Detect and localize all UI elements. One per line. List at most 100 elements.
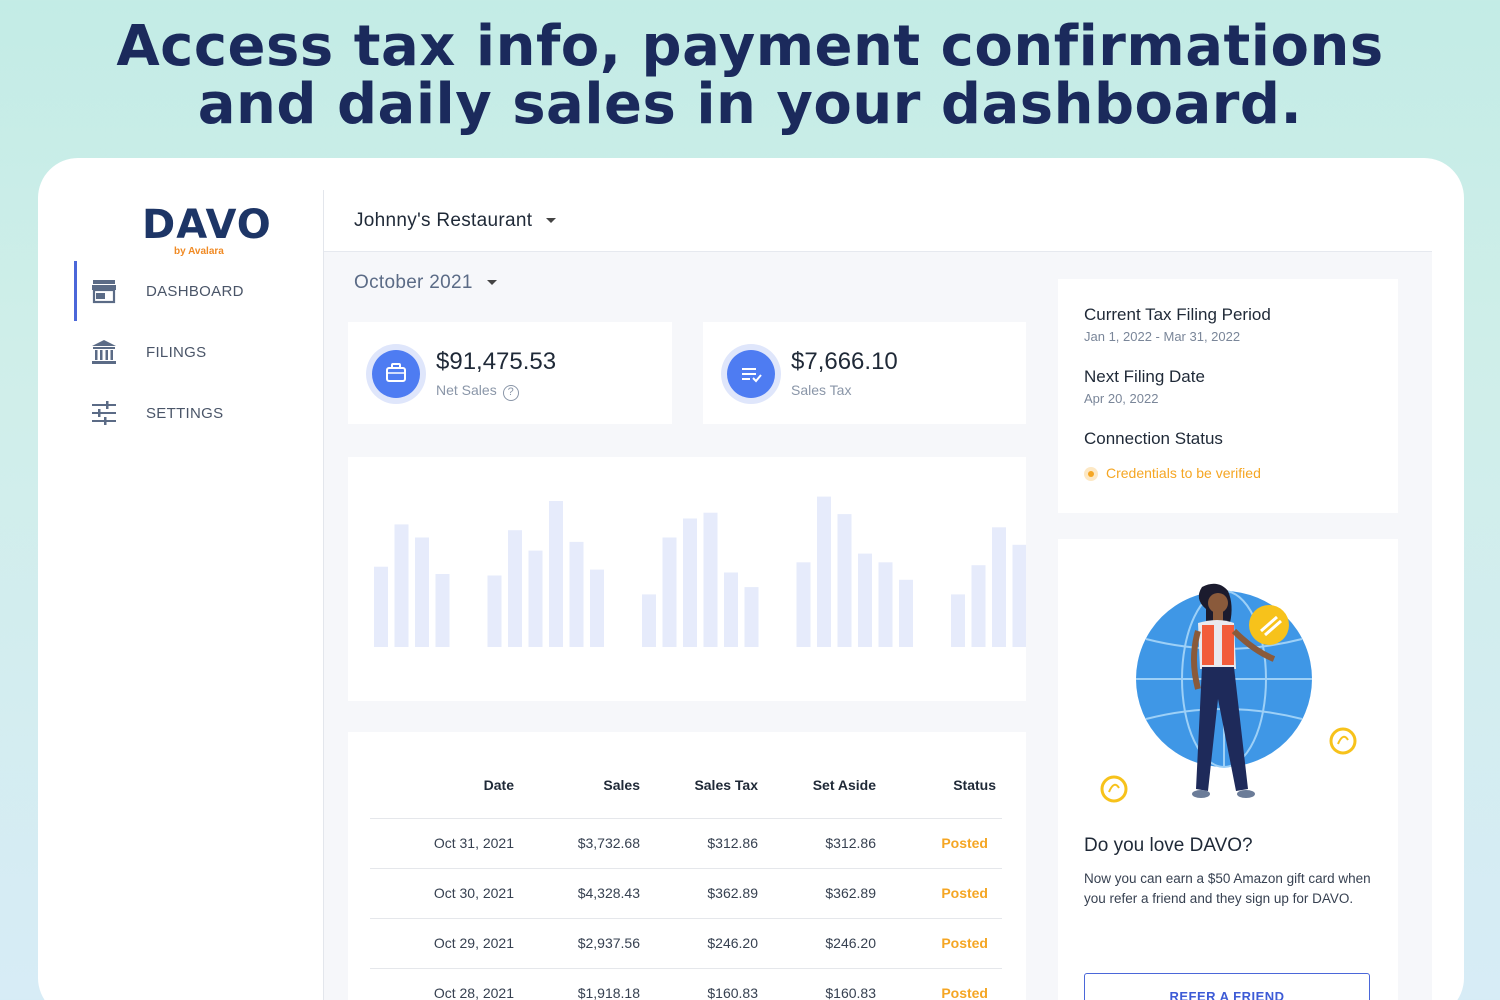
referral-illustration — [1100, 583, 1357, 803]
chart-bar — [971, 565, 986, 647]
table-row[interactable]: Oct 28, 2021 $1,918.18 $160.83 $160.83 P… — [370, 967, 1002, 1000]
refer-a-friend-button[interactable]: REFER A FRIEND — [1084, 973, 1370, 1000]
cell-set-aside: $362.89 — [766, 867, 884, 918]
sidebar-item-label: FILINGS — [146, 343, 207, 361]
sidebar-item-label: SETTINGS — [146, 404, 224, 422]
promo-text: Now you can earn a $50 Amazon gift card … — [1084, 871, 1371, 906]
chart-bar — [683, 518, 697, 647]
cell-status: Posted — [884, 967, 1002, 1000]
period-selector[interactable]: October 2021 — [354, 272, 497, 294]
chart-bar — [796, 562, 811, 647]
column-header-status[interactable]: Status — [884, 752, 1002, 818]
connection-status-value: Credentials to be verified — [1106, 465, 1261, 481]
chart-bar — [508, 530, 522, 647]
cell-set-aside: $312.86 — [766, 817, 884, 868]
connection-status-title: Connection Status — [1084, 429, 1223, 448]
chart-bar — [590, 569, 604, 647]
next-filing-value: Apr 20, 2022 — [1084, 391, 1159, 406]
headline-line-2: and daily sales in your dashboard. — [197, 72, 1303, 137]
logo-sub: by Avalara — [174, 246, 224, 257]
cell-set-aside: $160.83 — [766, 967, 884, 1000]
briefcase-icon — [386, 363, 406, 382]
sidebar-item-settings[interactable]: SETTINGS — [74, 383, 324, 443]
cell-sales: $3,732.68 — [522, 817, 648, 868]
cell-date: Oct 31, 2021 — [370, 817, 522, 868]
column-header-sales-tax[interactable]: Sales Tax — [648, 752, 766, 818]
cell-status: Posted — [884, 917, 1002, 968]
chart-bar — [744, 587, 759, 647]
chart-bar — [951, 594, 965, 647]
chart-bar — [878, 562, 893, 647]
chart-bar — [1012, 544, 1026, 647]
restaurant-name: Johnny's Restaurant — [354, 210, 533, 231]
cell-sales-tax: $160.83 — [648, 967, 766, 1000]
sidebar-item-filings[interactable]: FILINGS — [74, 322, 324, 382]
net-sales-label-row: Net Sales? — [436, 382, 519, 401]
headline-line-1: Access tax info, payment confirmations — [116, 14, 1384, 79]
chart-bar — [549, 501, 563, 647]
current-period-title: Current Tax Filing Period — [1084, 305, 1271, 324]
chart-bar — [992, 527, 1006, 647]
column-header-date[interactable]: Date — [370, 752, 522, 818]
cell-sales: $4,328.43 — [522, 867, 648, 918]
bar-chart — [374, 496, 1026, 647]
next-filing-title: Next Filing Date — [1084, 367, 1205, 386]
main-content: October 2021 $91,475.53 Net Sales? $7,66… — [324, 252, 1432, 1000]
period-label: October 2021 — [354, 272, 473, 293]
cell-date: Oct 30, 2021 — [370, 867, 522, 918]
table-header-row: Date Sales Sales Tax Set Aside Status — [370, 752, 1002, 818]
net-sales-card: $91,475.53 Net Sales? — [348, 322, 672, 424]
current-period-value: Jan 1, 2022 - Mar 31, 2022 — [1084, 329, 1241, 344]
sidebar-item-dashboard[interactable]: DASHBOARD — [74, 261, 324, 321]
dashboard-window: DAVO by Avalara DASHBOARD FILINGS SETTIN… — [38, 158, 1464, 1000]
chart-bar — [642, 594, 656, 647]
chart-bar — [415, 537, 429, 647]
sidebar-item-label: DASHBOARD — [146, 282, 244, 300]
cell-sales: $1,918.18 — [522, 967, 648, 1000]
chart-bar — [528, 550, 543, 647]
connection-status: Credentials to be verified — [1084, 465, 1261, 482]
cell-date: Oct 28, 2021 — [370, 967, 522, 1000]
referral-card: Do you love DAVO? Now you can earn a $50… — [1058, 539, 1398, 1000]
filing-info-card: Current Tax Filing Period Jan 1, 2022 - … — [1058, 279, 1398, 513]
chart-bar — [487, 575, 502, 647]
chart-bar — [817, 496, 831, 647]
chart-bar — [858, 553, 872, 647]
status-dot-icon — [1084, 467, 1098, 482]
sales-tax-icon-badge — [721, 344, 781, 404]
net-sales-label: Net Sales — [436, 382, 497, 398]
table-row[interactable]: Oct 30, 2021 $4,328.43 $362.89 $362.89 P… — [370, 867, 1002, 918]
cell-sales-tax: $246.20 — [648, 917, 766, 968]
sliders-icon — [92, 401, 116, 425]
column-header-set-aside[interactable]: Set Aside — [766, 752, 884, 818]
sales-tax-value: $7,666.10 — [791, 348, 898, 375]
column-header-sales[interactable]: Sales — [522, 752, 648, 818]
chevron-down-icon — [486, 280, 497, 286]
help-icon[interactable]: ? — [502, 385, 519, 401]
topbar: Johnny's Restaurant — [324, 190, 1432, 252]
chart-bar — [662, 537, 677, 647]
net-sales-icon-badge — [366, 344, 426, 404]
coin-icon — [1249, 605, 1289, 645]
sales-tax-label: Sales Tax — [791, 382, 852, 398]
chart-bar — [703, 512, 718, 647]
chart-bar — [899, 579, 913, 647]
cell-set-aside: $246.20 — [766, 917, 884, 968]
cell-status: Posted — [884, 817, 1002, 868]
headline: Access tax info, payment confirmations a… — [0, 18, 1500, 134]
chart-bar — [724, 572, 738, 647]
table-row[interactable]: Oct 29, 2021 $2,937.56 $246.20 $246.20 P… — [370, 917, 1002, 968]
restaurant-selector[interactable]: Johnny's Restaurant — [354, 210, 557, 232]
sidebar: DAVO by Avalara DASHBOARD FILINGS SETTIN… — [38, 158, 324, 1000]
davo-logo[interactable]: DAVO by Avalara — [142, 190, 271, 262]
sales-tax-card: $7,666.10 Sales Tax — [703, 322, 1026, 424]
net-sales-value: $91,475.53 — [436, 348, 557, 375]
cell-status: Posted — [884, 867, 1002, 918]
cell-date: Oct 29, 2021 — [370, 917, 522, 968]
cell-sales: $2,937.56 — [522, 917, 648, 968]
store-icon — [92, 280, 116, 304]
daily-sales-table: Date Sales Sales Tax Set Aside Status Oc… — [370, 752, 1002, 1000]
cell-sales-tax: $312.86 — [648, 817, 766, 868]
chart-bar — [374, 566, 388, 647]
table-row[interactable]: Oct 31, 2021 $3,732.68 $312.86 $312.86 P… — [370, 817, 1002, 868]
